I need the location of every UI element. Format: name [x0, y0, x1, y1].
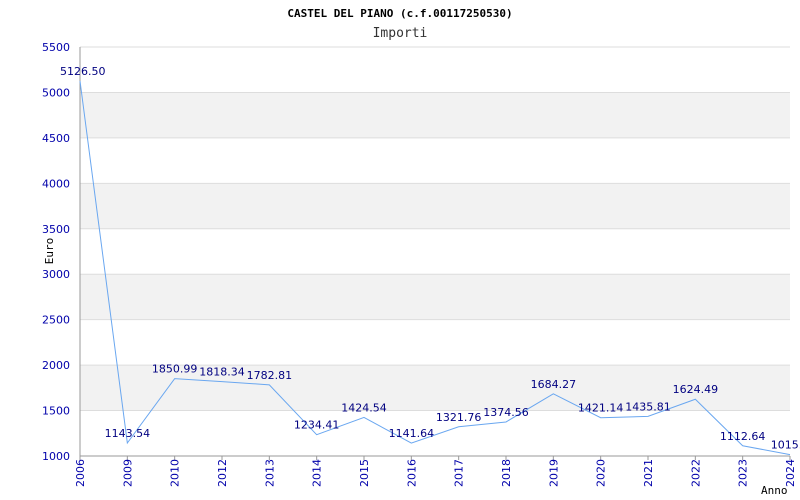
chart-title: CASTEL DEL PIANO (c.f.00117250530): [287, 7, 512, 20]
data-label: 1782.81: [247, 369, 293, 382]
data-label: 1424.54: [341, 401, 387, 414]
data-label: 1141.64: [389, 427, 435, 440]
x-tick-label: 2016: [405, 459, 418, 487]
x-tick-label: 2022: [689, 459, 702, 487]
x-tick-label: 2006: [74, 459, 87, 487]
x-tick-label: 2020: [595, 459, 608, 487]
y-tick-label: 4000: [42, 177, 70, 190]
y-tick-label: 5500: [42, 41, 70, 54]
y-axis-label: Euro: [43, 238, 56, 265]
x-tick-labels: 2006 2009 2010 2012 2013 2014 2015 2016 2017 2018…: [74, 456, 797, 487]
x-tick-label: 2009: [121, 459, 134, 487]
x-tick-label: 2019: [547, 459, 560, 487]
x-tick-label: 2012: [216, 459, 229, 487]
y-tick-label: 5000: [42, 86, 70, 99]
x-tick-label: 2010: [169, 459, 182, 487]
plot-band: [80, 274, 790, 320]
x-tick-label: 2023: [737, 459, 750, 487]
chart-subtitle: Importi: [373, 26, 428, 41]
data-label: 1234.41: [294, 419, 340, 432]
data-label: 1015.4: [771, 439, 800, 452]
data-label: 1112.64: [720, 430, 766, 443]
plot-band: [80, 92, 790, 138]
y-tick-label: 2000: [42, 359, 70, 372]
data-label: 1421.14: [578, 402, 624, 415]
y-tick-label: 1000: [42, 450, 70, 463]
data-label: 1850.99: [152, 363, 198, 376]
data-label: 1624.49: [673, 383, 719, 396]
data-label: 1684.27: [531, 378, 577, 391]
y-tick-label: 4500: [42, 132, 70, 145]
x-tick-label: 2018: [500, 459, 513, 487]
y-tick-label: 3000: [42, 268, 70, 281]
x-tick-label: 2024: [784, 459, 797, 487]
data-label: 5126.50: [60, 65, 106, 78]
data-label: 1143.54: [105, 427, 151, 440]
y-tick-label: 1500: [42, 405, 70, 418]
data-label: 1374.56: [483, 406, 529, 419]
x-tick-label: 2017: [453, 459, 466, 487]
data-label: 1321.76: [436, 411, 482, 424]
x-tick-label: 2015: [358, 459, 371, 487]
x-tick-label: 2014: [311, 459, 324, 487]
x-tick-label: 2021: [642, 459, 655, 487]
data-label: 1818.34: [199, 366, 245, 379]
plot-band: [80, 183, 790, 229]
chart: CASTEL DEL PIANO (c.f.00117250530) Impor…: [42, 7, 800, 497]
y-tick-label: 3500: [42, 223, 70, 236]
x-tick-label: 2013: [263, 459, 276, 487]
y-tick-label: 2500: [42, 314, 70, 327]
data-label: 1435.81: [625, 400, 671, 413]
